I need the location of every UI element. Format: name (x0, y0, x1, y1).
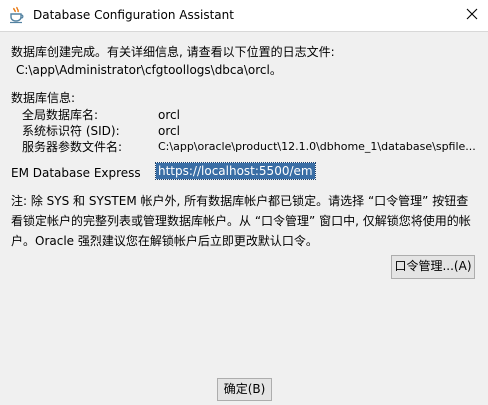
java-cup-icon (8, 6, 26, 24)
em-label: EM Database Express (11, 166, 141, 180)
em-url-field[interactable]: https://localhost:5500/em (155, 162, 316, 180)
window-title: Database Configuration Assistant (33, 8, 234, 22)
spfile-value: C:\app\oracle\product\12.1.0\dbhome_1\da… (158, 140, 476, 153)
ok-label: 确定(B) (223, 382, 266, 396)
password-management-label: 口令管理...(A) (394, 259, 472, 273)
close-button[interactable] (456, 0, 488, 31)
completion-message: 数据库创建完成。有关详细信息, 请查看以下位置的日志文件: (11, 45, 335, 59)
spfile-label: 服务器参数文件名: (22, 140, 123, 154)
global-db-name-label: 全局数据库名: (22, 108, 99, 122)
log-path: C:\app\Administrator\cfgtoollogs\dbca\or… (16, 63, 282, 77)
dialog-content: 数据库创建完成。有关详细信息, 请查看以下位置的日志文件: C:\app\Adm… (0, 31, 488, 405)
title-bar: Database Configuration Assistant (0, 0, 488, 32)
note-text: 注: 除 SYS 和 SYSTEM 帐户外, 所有数据库帐户都已锁定。请选择 “… (11, 191, 479, 251)
db-info-heading: 数据库信息: (11, 91, 76, 105)
close-icon (466, 8, 478, 23)
ok-button[interactable]: 确定(B) (217, 378, 272, 401)
global-db-name-value: orcl (158, 108, 180, 122)
note-line: 户。Oracle 强烈建议您在解锁帐户后立即更改默认口令。 (11, 234, 318, 248)
note-line: 注: 除 SYS 和 SYSTEM 帐户外, 所有数据库帐户都已锁定。请选择 “… (11, 194, 469, 208)
password-management-button[interactable]: 口令管理...(A) (391, 255, 475, 279)
sid-label: 系统标识符 (SID): (22, 124, 120, 138)
note-line: 看锁定帐户的完整列表或管理数据库帐户。从 “口令管理” 窗口中, 仅解锁您将使用… (11, 214, 471, 228)
sid-value: orcl (158, 124, 180, 138)
